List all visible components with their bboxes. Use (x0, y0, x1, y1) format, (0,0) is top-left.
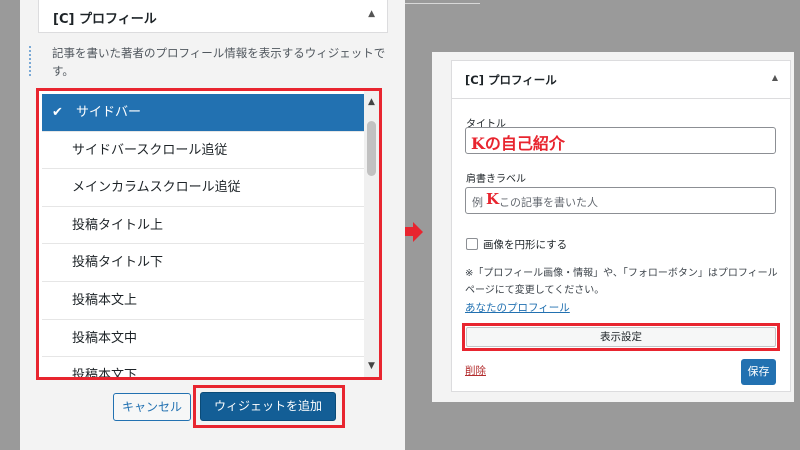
shoulder-value-rest: この記事を書いた人 (499, 196, 598, 209)
widget-location-list: ✔ サイドバー サイドバースクロール追従 メインカラムスクロール追従 投稿タイトル上 投稿… (36, 88, 382, 380)
title-value: Kの自己紹介 (471, 134, 565, 153)
location-list-items: ✔ サイドバー サイドバースクロール追従 メインカラムスクロール追従 投稿タイトル上 投稿… (42, 94, 366, 380)
widget-header[interactable]: [C] プロフィール ▲ (38, 0, 388, 33)
location-item[interactable]: 投稿本文下 (42, 357, 366, 380)
scrollbar-thumb[interactable] (367, 121, 376, 176)
shoulder-input[interactable]: 例 K この記事を書いた人 (465, 187, 776, 214)
add-widget-highlight: ウィジェットを追加 (193, 385, 345, 428)
widget-title: [C] プロフィール (53, 12, 157, 27)
display-settings-highlight: 表示設定 (462, 323, 780, 351)
location-item-label: 投稿本文下 (72, 368, 138, 380)
drag-indicator (29, 46, 31, 76)
title-input[interactable]: Kの自己紹介 (465, 127, 776, 154)
location-item-label: 投稿本文上 (72, 292, 138, 308)
widget-title: [C] プロフィール (465, 73, 557, 87)
location-item[interactable]: メインカラムスクロール追従 (42, 169, 366, 207)
circle-image-checkbox[interactable] (466, 238, 478, 250)
scroll-up-icon[interactable]: ▲ (366, 97, 377, 107)
location-item[interactable]: 投稿タイトル上 (42, 207, 366, 245)
shoulder-value-prefix: 例 (472, 196, 483, 209)
location-item[interactable]: 投稿本文上 (42, 282, 366, 320)
location-item-label: サイドバー (76, 105, 142, 120)
location-item-label: メインカラムスクロール追従 (72, 180, 241, 196)
location-item[interactable]: 投稿タイトル下 (42, 244, 366, 282)
location-item[interactable]: 投稿本文中 (42, 320, 366, 358)
location-item-label: 投稿タイトル下 (72, 255, 164, 271)
widget-description: 記事を書いた著者のプロフィール情報を表示するウィジェットです。 (52, 46, 386, 78)
display-settings-button[interactable]: 表示設定 (466, 327, 776, 347)
delete-link[interactable]: 削除 (465, 363, 486, 378)
location-item-label: サイドバースクロール追従 (72, 142, 228, 158)
save-button[interactable]: 保存 (741, 359, 776, 385)
add-widget-button[interactable]: ウィジェットを追加 (200, 392, 336, 421)
shoulder-label: 肩書きラベル (466, 174, 526, 185)
collapse-arrow-icon[interactable]: ▲ (772, 73, 778, 82)
shoulder-value-k: K (486, 190, 500, 208)
circle-image-label: 画像を円形にする (483, 239, 568, 251)
location-item-label: 投稿タイトル上 (72, 217, 164, 233)
location-item[interactable]: サイドバースクロール追従 (42, 132, 366, 170)
widget-card: [C] プロフィール ▲ タイトル Kの自己紹介 肩書きラベル 例 K この記事… (451, 60, 791, 392)
list-scrollbar[interactable]: ▲ ▼ (364, 91, 379, 377)
scroll-down-icon[interactable]: ▼ (366, 361, 377, 371)
profile-note: ※「プロフィール画像・情報」や、「フォローボタン」はプロフィールページにて変更し… (465, 268, 778, 296)
check-icon: ✔ (52, 105, 63, 120)
location-item-label: 投稿本文中 (72, 330, 138, 346)
widget-settings-panel: [C] プロフィール ▲ タイトル Kの自己紹介 肩書きラベル 例 K この記事… (432, 52, 794, 402)
collapse-arrow-icon[interactable]: ▲ (368, 9, 375, 19)
location-item[interactable]: ✔ サイドバー (42, 94, 366, 132)
cancel-button[interactable]: キャンセル (113, 393, 191, 421)
arrow-right-icon (405, 222, 423, 242)
add-widget-panel: [C] プロフィール ▲ 記事を書いた著者のプロフィール情報を表示するウィジェッ… (20, 0, 405, 450)
profile-link[interactable]: あなたのプロフィール (465, 300, 570, 315)
widget-header[interactable]: [C] プロフィール ▲ (452, 61, 790, 99)
